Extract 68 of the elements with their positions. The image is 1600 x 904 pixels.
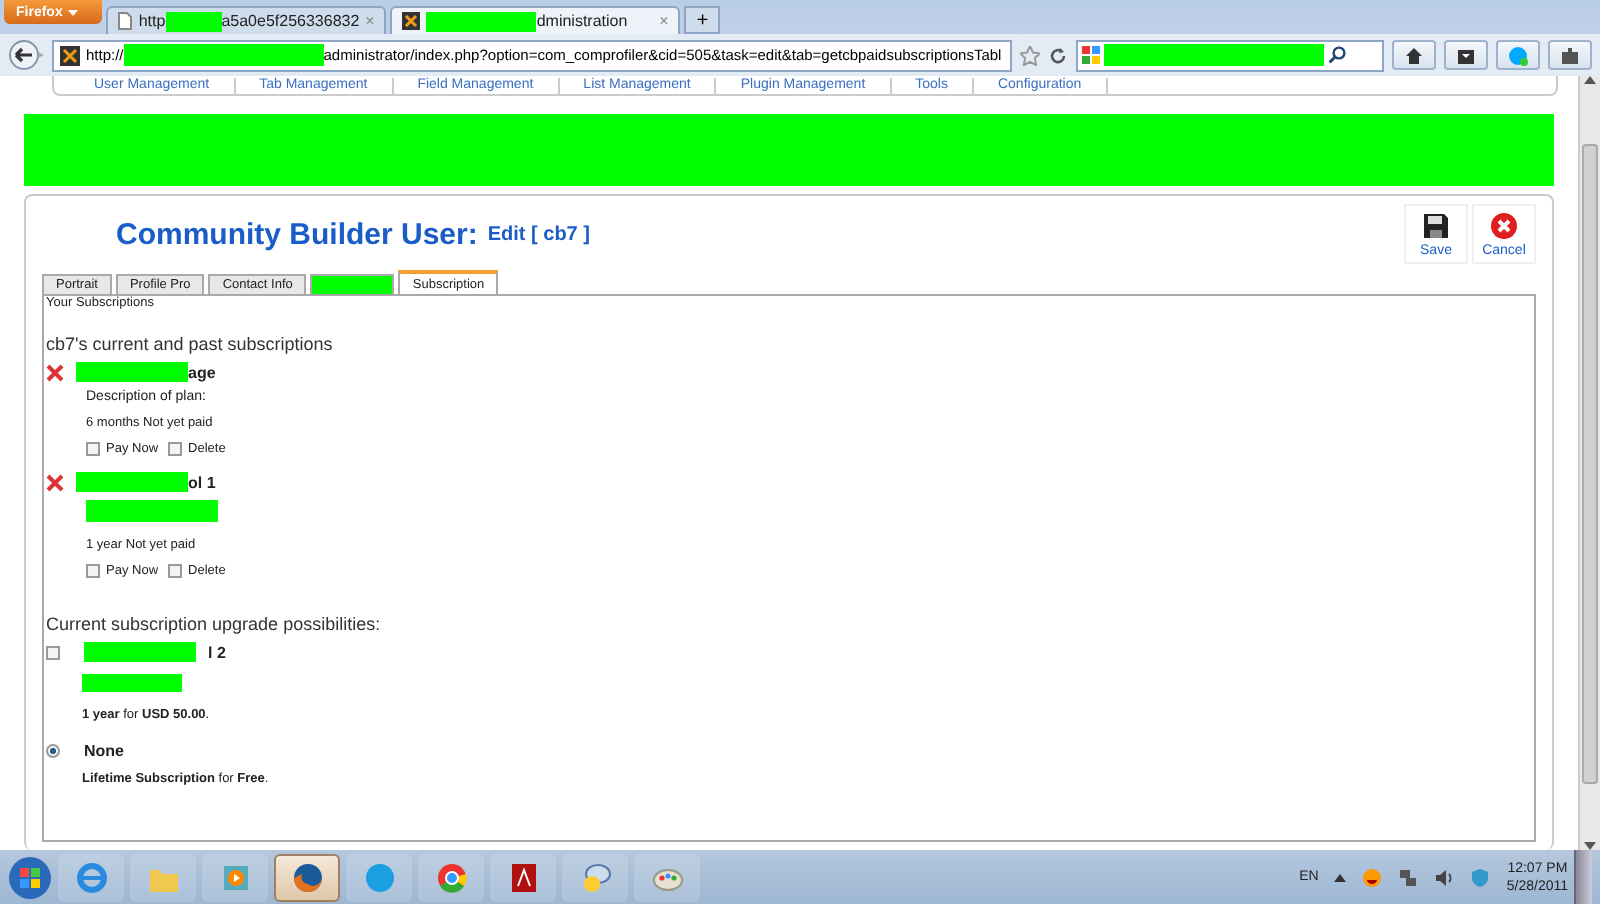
tab-title: http [138, 12, 166, 30]
scrollbar[interactable] [1578, 76, 1600, 850]
caret-up-icon[interactable] [1334, 873, 1347, 881]
toolbar-button[interactable] [1392, 40, 1436, 70]
site-favicon-icon [60, 45, 80, 65]
page-title: Community Builder User: [116, 217, 478, 251]
browser-tab[interactable]: http a5a0e5f256336832 × [106, 6, 387, 34]
speaker-icon[interactable] [1434, 867, 1455, 887]
section-heading: cb7's current and past subscriptions [46, 334, 335, 354]
redaction-block [165, 11, 222, 31]
redaction-block [84, 642, 196, 662]
redaction-block [426, 11, 537, 31]
taskbar-button[interactable] [490, 853, 556, 901]
back-icon[interactable] [8, 40, 44, 70]
reload-icon[interactable] [1048, 45, 1068, 65]
page-icon [118, 12, 133, 30]
new-tab-button[interactable]: + [684, 6, 721, 34]
round-logo-icon [435, 861, 467, 893]
smiley-icon[interactable] [1362, 867, 1383, 887]
checkbox[interactable] [168, 564, 183, 578]
plan-name: None [84, 742, 124, 760]
redaction-block [76, 362, 188, 382]
taskbar-button[interactable] [562, 853, 628, 901]
show-desktop-button[interactable] [1574, 850, 1592, 904]
globe-icon [291, 861, 323, 893]
plan-name: l 2 [208, 643, 226, 661]
page-subtitle: Edit [ cb7 ] [487, 223, 590, 245]
section-heading: Current subscription upgrade possibilities: [46, 614, 383, 634]
search-icon[interactable] [1328, 46, 1346, 64]
play-icon [219, 861, 251, 893]
redaction-block [86, 500, 218, 522]
toolbar-button[interactable] [1444, 40, 1488, 70]
tab-title: a5a0e5f256336832 [221, 12, 360, 30]
taskbar-button[interactable] [418, 853, 484, 901]
site-favicon-icon [402, 12, 421, 30]
down-arrow-icon[interactable] [1584, 842, 1596, 850]
document-icon [507, 861, 539, 893]
taskbar-button[interactable] [274, 853, 340, 901]
tab-title: dministration [536, 12, 628, 30]
network-icon[interactable] [1398, 867, 1419, 887]
cross-icon [46, 473, 64, 491]
star-icon[interactable] [1020, 45, 1040, 65]
home-icon [1404, 45, 1424, 65]
bookmark-icon [1456, 45, 1476, 65]
close-tab-icon[interactable]: × [659, 12, 669, 30]
speech-bubble-icon [579, 861, 611, 893]
up-arrow-icon[interactable] [1584, 76, 1596, 84]
caret-icon [68, 9, 79, 15]
plan-name: age [188, 363, 216, 381]
search-field[interactable] [1076, 39, 1384, 71]
tab[interactable] [310, 274, 395, 294]
checkbox[interactable] [86, 442, 100, 456]
browser-e-icon [75, 861, 107, 893]
checkbox[interactable] [168, 442, 183, 456]
checkbox[interactable] [46, 645, 60, 659]
shield-icon[interactable] [1470, 867, 1491, 887]
search-engine-icon [1082, 46, 1100, 64]
toolbar-button[interactable] [1548, 40, 1592, 70]
browser-tab[interactable]: dministration × [390, 6, 681, 34]
redaction-block [76, 472, 188, 492]
checkbox[interactable] [86, 564, 100, 578]
puzzle-icon [1560, 45, 1580, 65]
start-button-icon[interactable] [8, 855, 52, 899]
plan-name: ol 1 [188, 473, 216, 491]
redaction-block [82, 674, 182, 692]
radio-button[interactable] [46, 744, 60, 758]
close-icon [1490, 211, 1518, 239]
cross-icon [46, 363, 64, 381]
